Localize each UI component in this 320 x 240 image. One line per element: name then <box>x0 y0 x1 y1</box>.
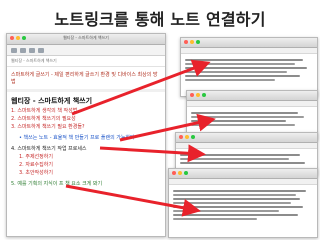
link-arrow <box>65 184 201 217</box>
link-arrow <box>71 59 211 116</box>
link-arrow <box>99 144 206 163</box>
link-arrow <box>119 113 216 142</box>
note-link-arrows <box>65 59 216 217</box>
